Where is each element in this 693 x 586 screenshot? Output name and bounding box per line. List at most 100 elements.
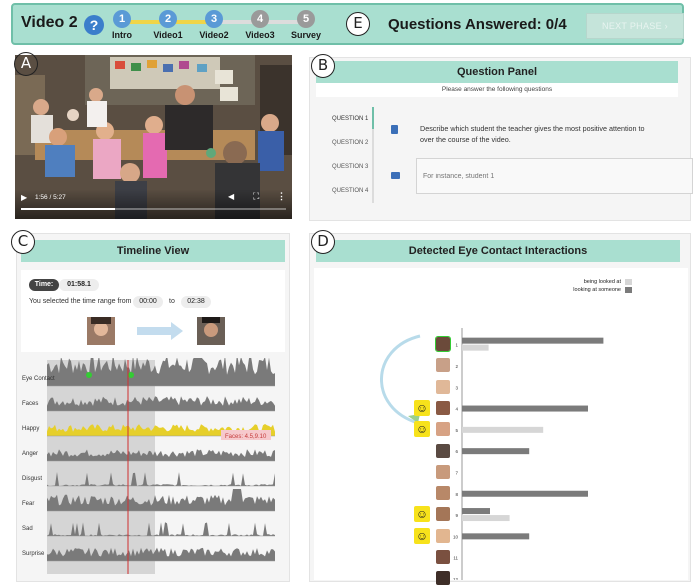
- track-7-series: [47, 547, 275, 561]
- timeline-selection-card: Time: 01:58.1 You selected the time rang…: [21, 270, 285, 352]
- student-face-2[interactable]: [436, 358, 450, 373]
- y-tick-1: 1: [455, 343, 458, 348]
- step-1-label: Intro: [112, 30, 132, 40]
- eye-contact-chart-card: being looked at looking at someone 05010…: [314, 268, 688, 586]
- bar-looked-at-5: [462, 426, 544, 433]
- timeline-tracks[interactable]: Faces: 4.5,9.10: [17, 358, 291, 580]
- track-label-0: Eye Contact: [22, 376, 55, 382]
- y-tick-11: 11: [453, 556, 458, 561]
- face-transition-graphic: [87, 317, 225, 345]
- selected-range-highlight: [47, 360, 155, 574]
- step-3-icon: 3: [205, 10, 223, 28]
- bar-looked-at-1: [462, 344, 489, 351]
- step-4-icon: 4: [251, 10, 269, 28]
- video-controls: ▶ 1:56 / 5:27 ◀ ⛶ ⋮: [15, 189, 292, 219]
- y-tick-12: 12: [453, 577, 459, 580]
- student-face-4[interactable]: [436, 400, 450, 415]
- tooltip-text: Faces: 4.5,9.10: [225, 434, 267, 440]
- y-tick-9: 9: [455, 513, 458, 518]
- track-label-4: Disgust: [22, 476, 43, 482]
- y-tick-7: 7: [455, 470, 458, 475]
- student-face-10[interactable]: [436, 528, 450, 543]
- answer-icon: [391, 172, 400, 179]
- eye-contact-dot-1: [128, 372, 134, 378]
- volume-icon[interactable]: ◀: [228, 192, 234, 201]
- question-panel-subtitle: Please answer the following questions: [316, 83, 678, 97]
- range-text: You selected the time range from: [29, 298, 132, 305]
- y-tick-6: 6: [455, 449, 458, 454]
- track-label-7: Surprise: [22, 551, 45, 557]
- question-icon: [391, 125, 398, 134]
- student-face-8[interactable]: [436, 486, 450, 501]
- student-face-11[interactable]: [436, 550, 450, 564]
- student-face-5[interactable]: [436, 422, 450, 437]
- student-face-1[interactable]: [435, 336, 451, 352]
- question-tab-1[interactable]: QUESTION 1: [332, 116, 368, 122]
- student-face-9[interactable]: [436, 507, 450, 522]
- smiley-icon: ☺: [414, 399, 430, 416]
- bar-looking-1: [462, 337, 604, 344]
- bar-looked-at-4: [462, 405, 588, 412]
- section-marker-a: A: [14, 52, 38, 76]
- active-question-indicator: [372, 107, 374, 129]
- step-5-icon: 5: [297, 10, 315, 28]
- question-panel: Question Panel Please answer the followi…: [309, 57, 693, 221]
- track-label-2: Happy: [22, 426, 40, 432]
- play-icon[interactable]: ▶: [21, 193, 27, 202]
- phase-header: Video 2 ? 1 Intro 2 Video1 3 Video2 4 Video3 5 Su…: [11, 3, 684, 45]
- next-phase-button[interactable]: NEXT PHASE ›: [586, 13, 684, 39]
- bar-looked-at-9: [462, 515, 510, 522]
- eye-contact-title: Detected Eye Contact Interactions: [316, 240, 680, 262]
- student-face-7[interactable]: [436, 464, 450, 479]
- smiley-icon: ☺: [414, 506, 430, 523]
- arrow-icon: [137, 322, 183, 340]
- eye-contact-dot-0: [86, 372, 92, 378]
- eye-contact-panel: Detected Eye Contact Interactions being …: [309, 233, 691, 586]
- range-from[interactable]: 00:00: [133, 296, 163, 308]
- question-tab-4[interactable]: QUESTION 4: [332, 188, 368, 194]
- y-tick-3: 3: [455, 385, 458, 390]
- question-tab-2[interactable]: QUESTION 2: [332, 140, 368, 146]
- section-marker-c: C: [11, 230, 35, 254]
- track-label-5: Fear: [22, 501, 35, 507]
- bar-looked-at-6: [462, 448, 530, 455]
- video-time: 1:56 / 5:27: [35, 194, 66, 201]
- student-face-6[interactable]: [436, 443, 450, 458]
- bar-looked-at-10: [462, 533, 530, 540]
- bar-looked-at-8: [462, 490, 588, 497]
- question-panel-title: Question Panel: [316, 61, 678, 83]
- y-tick-2: 2: [455, 364, 458, 369]
- y-tick-5: 5: [455, 428, 458, 433]
- section-marker-e: E: [346, 12, 370, 36]
- time-label: Time:: [29, 279, 59, 291]
- bar-looking-9: [462, 508, 490, 515]
- student-face-3[interactable]: [436, 379, 450, 394]
- section-marker-d: D: [311, 230, 335, 254]
- range-to[interactable]: 02:38: [181, 296, 211, 308]
- eye-contact-bar-chart: 0501001502002503003504004505005506001234…: [453, 328, 604, 580]
- track-label-1: Faces: [22, 401, 39, 407]
- section-marker-b: B: [311, 54, 335, 78]
- questions-answered: Questions Answered: 0/4: [388, 16, 567, 33]
- track-label-6: Sad: [22, 526, 33, 532]
- step-4-label: Video3: [245, 30, 275, 40]
- fullscreen-icon[interactable]: ⛶: [253, 191, 259, 202]
- y-tick-8: 8: [455, 492, 458, 497]
- step-5-label: Survey: [290, 30, 322, 40]
- question-tab-3[interactable]: QUESTION 3: [332, 164, 368, 170]
- timeline-title: Timeline View: [21, 240, 285, 262]
- smiley-icon: ☺: [414, 527, 430, 544]
- video-title: Video 2: [21, 14, 78, 31]
- step-3-label: Video2: [199, 30, 229, 40]
- more-options-icon[interactable]: ⋮: [277, 191, 286, 202]
- video-seekbar[interactable]: [21, 208, 286, 210]
- step-1-icon: 1: [113, 10, 131, 28]
- student-face-12[interactable]: [436, 571, 450, 586]
- track-label-3: Anger: [22, 451, 39, 457]
- y-tick-4: 4: [455, 407, 458, 412]
- answer-input[interactable]: [416, 158, 693, 194]
- range-to-word: to: [169, 298, 175, 305]
- smiley-icon: ☺: [414, 421, 430, 438]
- timeline-panel: Timeline View Time: 01:58.1 You selected…: [16, 233, 290, 582]
- time-value: 01:58.1: [59, 279, 99, 291]
